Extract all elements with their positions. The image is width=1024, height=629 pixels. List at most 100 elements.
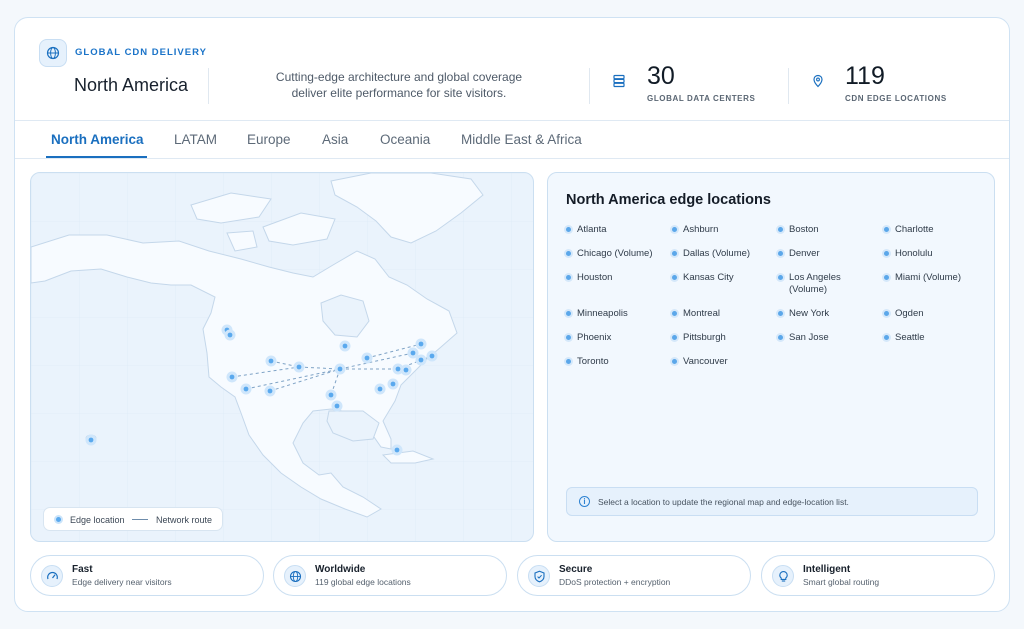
- edge-locations-panel: North America edge locations Atlanta Ashb…: [547, 172, 995, 542]
- location-dot-icon: [672, 335, 677, 340]
- edge-location-marker[interactable]: [400, 364, 412, 376]
- lightbulb-icon: [772, 565, 794, 587]
- location-dot-icon: [778, 251, 783, 256]
- feature-title: Secure: [559, 564, 593, 575]
- feature-intelligent[interactable]: Intelligent Smart global routing: [761, 555, 995, 596]
- edge-location-name: Toronto: [577, 356, 609, 367]
- feature-fast[interactable]: Fast Edge delivery near visitors: [30, 555, 264, 596]
- edge-location-marker[interactable]: [325, 389, 337, 401]
- location-hint-text: Select a location to update the regional…: [598, 497, 849, 507]
- map-canvas: [31, 173, 533, 541]
- edge-location-name: Atlanta: [577, 224, 607, 235]
- feature-subtitle: Smart global routing: [803, 577, 880, 587]
- tab-latam[interactable]: LATAM: [174, 132, 217, 147]
- edge-location-marker[interactable]: [293, 361, 305, 373]
- edge-location-marker[interactable]: [264, 385, 276, 397]
- feature-title: Fast: [72, 564, 93, 575]
- location-dot-icon: [884, 275, 889, 280]
- edge-location-name: Minneapolis: [577, 308, 628, 319]
- edge-locations-count: 119: [845, 62, 885, 90]
- location-dot-icon: [672, 251, 677, 256]
- shield-icon: [528, 565, 550, 587]
- edge-location-name: Los Angeles (Volume): [789, 272, 841, 295]
- tab-asia[interactable]: Asia: [322, 132, 348, 147]
- feature-worldwide[interactable]: Worldwide 119 global edge locations: [273, 555, 507, 596]
- location-dot-icon: [672, 311, 677, 316]
- location-dot-icon: [566, 251, 571, 256]
- info-icon: i: [579, 496, 590, 507]
- location-dot-icon: [778, 227, 783, 232]
- cdn-card: GLOBAL CDN DELIVERY North America Cuttin…: [14, 17, 1010, 612]
- edge-location-marker[interactable]: [265, 355, 277, 367]
- region-map[interactable]: Edge location Network route: [30, 172, 534, 542]
- map-pin-icon: [813, 74, 823, 88]
- speedometer-icon: [41, 565, 63, 587]
- network-route-legend-label: Network route: [156, 515, 213, 525]
- server-icon: [613, 74, 625, 88]
- edge-location-legend-label: Edge location: [70, 515, 125, 525]
- divider: [208, 68, 209, 104]
- location-dot-icon: [566, 227, 571, 232]
- edge-location-name: Vancouver: [683, 356, 728, 367]
- map-legend: Edge location Network route: [43, 507, 223, 531]
- edge-location-marker[interactable]: [426, 350, 438, 362]
- edge-location-marker[interactable]: [334, 363, 346, 375]
- tab-middle-east-africa[interactable]: Middle East & Africa: [461, 132, 582, 147]
- edge-location-name: Pittsburgh: [683, 332, 726, 343]
- network-route-legend-icon: [132, 519, 148, 520]
- edge-location-name: Montreal: [683, 308, 720, 319]
- tab-europe[interactable]: Europe: [247, 132, 291, 147]
- edge-location-name: New York: [789, 308, 830, 319]
- edge-location-marker[interactable]: [391, 444, 403, 456]
- feature-title: Intelligent: [803, 564, 851, 575]
- feature-subtitle: Edge delivery near visitors: [72, 577, 172, 587]
- region-tabs: North America LATAM Europe Asia Oceania …: [15, 121, 1009, 159]
- edge-location-marker[interactable]: [240, 383, 252, 395]
- edge-location-name: Denver: [789, 248, 820, 259]
- feature-secure[interactable]: Secure DDoS protection + encryption: [517, 555, 751, 596]
- edge-location-marker[interactable]: [374, 383, 386, 395]
- edge-location-name: Ogden: [895, 308, 924, 319]
- edge-location-marker[interactable]: [361, 352, 373, 364]
- location-dot-icon: [884, 251, 889, 256]
- location-dot-icon: [672, 359, 677, 364]
- edge-location-name: Chicago (Volume): [577, 248, 653, 259]
- location-dot-icon: [778, 335, 783, 340]
- edge-locations-label: CDN EDGE LOCATIONS: [845, 94, 947, 103]
- edge-location-name: Boston: [789, 224, 819, 235]
- location-dot-icon: [672, 275, 677, 280]
- location-dot-icon: [566, 359, 571, 364]
- active-tab-indicator: [46, 156, 147, 158]
- edge-location-name: Dallas (Volume): [683, 248, 751, 259]
- location-dot-icon: [566, 335, 571, 340]
- edge-location-marker[interactable]: [331, 400, 343, 412]
- location-dot-icon: [884, 335, 889, 340]
- data-centers-label: GLOBAL DATA CENTERS: [647, 94, 756, 103]
- feature-subtitle: DDoS protection + encryption: [559, 577, 671, 587]
- tab-north-america[interactable]: North America: [51, 132, 144, 147]
- edge-location-marker[interactable]: [226, 371, 238, 383]
- tagline: Cutting-edge architecture and global cov…: [275, 70, 523, 100]
- edge-location-marker[interactable]: [415, 354, 427, 366]
- edge-location-marker[interactable]: [339, 340, 351, 352]
- divider: [589, 68, 590, 104]
- data-centers-count: 30: [647, 62, 675, 90]
- location-dot-icon: [566, 275, 571, 280]
- header: GLOBAL CDN DELIVERY North America Cuttin…: [15, 18, 1009, 121]
- edge-location-name: Honolulu: [895, 248, 933, 259]
- edge-location-marker[interactable]: [415, 338, 427, 350]
- edge-location-name: Seattle: [895, 332, 925, 343]
- globe-icon: [284, 565, 306, 587]
- edge-location-name: Kansas City: [683, 272, 734, 283]
- edge-location-name: San Jose: [789, 332, 829, 343]
- feature-title: Worldwide: [315, 564, 366, 575]
- location-dot-icon: [672, 227, 677, 232]
- edge-location-name: Miami (Volume): [895, 272, 961, 283]
- edge-location-marker[interactable]: [85, 434, 97, 446]
- edge-location-name: Phoenix: [577, 332, 612, 343]
- brand-label: GLOBAL CDN DELIVERY: [75, 47, 207, 58]
- location-dot-icon: [778, 275, 783, 280]
- edge-location-marker[interactable]: [387, 378, 399, 390]
- tab-oceania[interactable]: Oceania: [380, 132, 430, 147]
- edge-location-marker[interactable]: [224, 329, 236, 341]
